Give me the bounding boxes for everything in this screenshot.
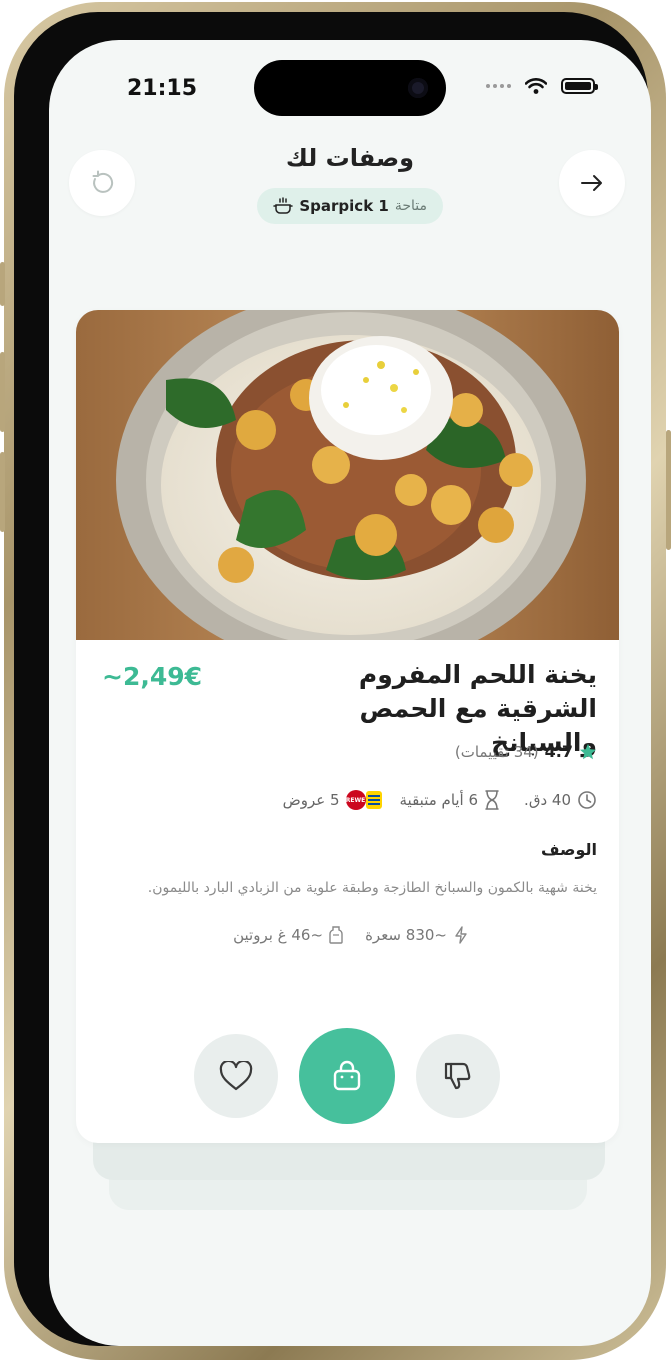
hourglass-icon bbox=[485, 790, 499, 810]
meta-days-label: 6 أيام متبقية bbox=[399, 791, 479, 809]
side-button-volume-up bbox=[0, 352, 5, 432]
side-button-action bbox=[0, 262, 5, 306]
page-title: وصفات لك bbox=[285, 144, 415, 172]
side-button-power bbox=[666, 430, 671, 550]
protein-label: ~46 غ بروتين bbox=[233, 926, 324, 944]
protein-bottle-icon bbox=[329, 926, 343, 944]
recipe-card[interactable]: ~2,49€ يخنة اللحم المفروم الشرقية مع الح… bbox=[76, 310, 619, 1143]
meta-days-left: 6 أيام متبقية bbox=[400, 790, 501, 810]
shopping-bag-icon bbox=[333, 1060, 361, 1091]
battery-icon bbox=[561, 78, 598, 94]
add-to-cart-button[interactable] bbox=[299, 1028, 395, 1124]
rewe-logo-icon: REWE bbox=[345, 790, 366, 810]
recipe-image bbox=[76, 310, 619, 640]
meta-offers: REWE 5 عروض bbox=[282, 790, 382, 810]
meta-time: 40 دق. bbox=[524, 790, 597, 810]
arrow-right-icon bbox=[581, 175, 602, 191]
star-icon bbox=[579, 743, 597, 759]
rating-count: (34 تقييمات) bbox=[454, 742, 539, 761]
camera-icon bbox=[408, 78, 428, 98]
heart-icon bbox=[219, 1061, 253, 1091]
badge-prefix: متاحة bbox=[394, 198, 427, 214]
recipe-meta: 40 دق. 6 أيام متبقية REWE 5 عروض bbox=[283, 790, 597, 810]
recipe-price: ~2,49€ bbox=[102, 662, 203, 691]
dislike-button[interactable] bbox=[416, 1034, 500, 1118]
next-button[interactable] bbox=[559, 150, 625, 216]
nutrition-calories: ~830 سعرة bbox=[365, 926, 469, 944]
like-button[interactable] bbox=[194, 1034, 278, 1118]
dynamic-island bbox=[254, 60, 446, 116]
screen: 21:15 وصفات لك متاحة 1 Sparpick ~2,49€ ي… bbox=[49, 40, 651, 1346]
nutrition-protein: ~46 غ بروتين bbox=[233, 926, 343, 944]
pot-icon bbox=[273, 197, 294, 214]
calories-label: ~830 سعرة bbox=[365, 926, 447, 944]
rating: 4.7 (34 تقييمات) bbox=[455, 742, 597, 761]
wifi-icon bbox=[525, 78, 547, 94]
refresh-icon bbox=[92, 170, 114, 193]
meta-offers-label: 5 عروض bbox=[282, 791, 340, 809]
phone-bezel: 21:15 وصفات لك متاحة 1 Sparpick ~2,49€ ي… bbox=[14, 12, 651, 1346]
store-logos: REWE bbox=[345, 790, 382, 810]
signal-icon bbox=[486, 84, 511, 88]
lightning-icon bbox=[455, 926, 467, 944]
nutrition: ~830 سعرة ~46 غ بروتين bbox=[233, 926, 469, 944]
description-heading: الوصف bbox=[540, 840, 597, 859]
description-text: يخنة شهية بالكمون والسبانخ الطازجة وطبقة… bbox=[147, 880, 597, 896]
side-button-volume-down bbox=[0, 452, 5, 532]
badge-value: 1 Sparpick bbox=[299, 197, 389, 215]
status-icons bbox=[486, 78, 598, 94]
status-time: 21:15 bbox=[127, 76, 198, 101]
sparpick-badge: متاحة 1 Sparpick bbox=[257, 188, 443, 224]
meta-time-label: 40 دق. bbox=[524, 791, 571, 809]
thumbs-down-icon bbox=[444, 1062, 471, 1090]
rating-value: 4.7 bbox=[544, 742, 573, 761]
clock-icon bbox=[578, 791, 596, 809]
edeka-logo-icon bbox=[365, 791, 382, 809]
